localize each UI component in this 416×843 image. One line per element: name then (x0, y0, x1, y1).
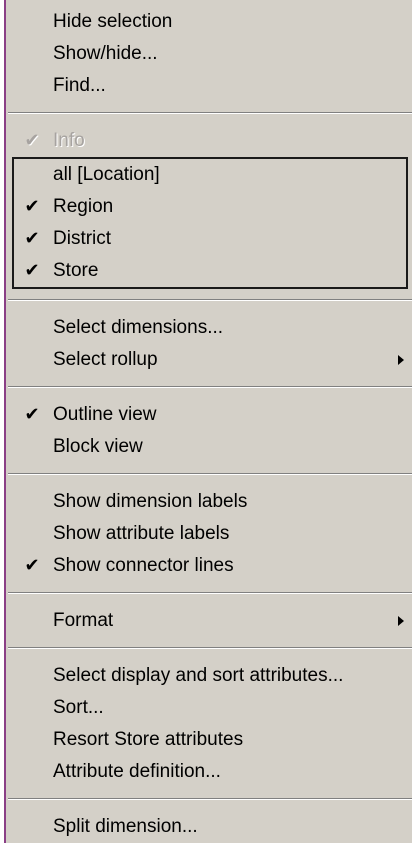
context-menu: Hide selection Show/hide... Find... ✔ In… (6, 0, 414, 843)
checkmark-icon: ✔ (24, 404, 40, 425)
menu-item-outline-view[interactable]: ✔ Outline view (6, 399, 414, 431)
menu-item-label: Sort... (53, 697, 104, 718)
menu-item-format[interactable]: Format (6, 605, 414, 637)
menu-separator (8, 386, 412, 388)
menu-item-level-region[interactable]: ✔ Region (14, 191, 406, 223)
checkmark-icon: ✔ (24, 196, 40, 217)
menu-item-label: Format (53, 610, 114, 631)
checkmark-icon: ✔ (24, 228, 40, 249)
menu-item-label: Select rollup (53, 349, 158, 370)
menu-item-split-dimension[interactable]: Split dimension... (6, 811, 414, 843)
menu-separator (8, 112, 412, 114)
menu-item-label: Info (53, 130, 85, 151)
menu-item-block-view[interactable]: Block view (6, 431, 414, 463)
menu-item-level-district[interactable]: ✔ District (14, 223, 406, 255)
menu-item-label: Select dimensions... (53, 317, 224, 338)
submenu-arrow-icon (398, 616, 404, 626)
level-selection-box: all [Location] ✔ Region ✔ District ✔ Sto… (12, 157, 408, 289)
checkmark-icon: ✔ (24, 260, 40, 281)
menu-item-show-hide[interactable]: Show/hide... (6, 38, 414, 70)
menu-separator (8, 473, 412, 475)
menu-item-label: all [Location] (53, 164, 160, 185)
checkmark-icon: ✔ (24, 555, 40, 576)
submenu-arrow-icon (398, 355, 404, 365)
menu-item-label: Split dimension... (53, 816, 198, 837)
menu-item-label: Show attribute labels (53, 523, 230, 544)
menu-item-label: Attribute definition... (53, 761, 221, 782)
menu-item-hide-selection[interactable]: Hide selection (6, 6, 414, 38)
menu-separator (8, 798, 412, 800)
menu-item-label: Hide selection (53, 11, 173, 32)
menu-item-show-attribute-labels[interactable]: Show attribute labels (6, 518, 414, 550)
menu-item-label: Show/hide... (53, 43, 158, 64)
menu-item-label: Outline view (53, 404, 157, 425)
menu-separator (8, 299, 412, 301)
menu-separator (8, 647, 412, 649)
menu-item-sort[interactable]: Sort... (6, 692, 414, 724)
menu-item-select-dimensions[interactable]: Select dimensions... (6, 312, 414, 344)
menu-item-label: Block view (53, 436, 143, 457)
menu-item-label: Find... (53, 75, 106, 96)
menu-item-level-all-location[interactable]: all [Location] (14, 159, 406, 191)
menu-item-label: Resort Store attributes (53, 729, 244, 750)
menu-item-label: Store (53, 260, 99, 281)
menu-item-info: ✔ Info (6, 125, 414, 157)
menu-item-label: Region (53, 196, 114, 217)
menu-item-label: Select display and sort attributes... (53, 665, 344, 686)
menu-item-show-connector-lines[interactable]: ✔ Show connector lines (6, 550, 414, 582)
menu-item-find[interactable]: Find... (6, 70, 414, 102)
menu-separator (8, 592, 412, 594)
menu-item-label: Show connector lines (53, 555, 234, 576)
checkmark-icon: ✔ (24, 130, 40, 151)
menu-item-select-display-sort-attributes[interactable]: Select display and sort attributes... (6, 660, 414, 692)
menu-item-label: Show dimension labels (53, 491, 248, 512)
menu-item-label: District (53, 228, 112, 249)
menu-item-resort-store-attributes[interactable]: Resort Store attributes (6, 724, 414, 756)
menu-item-level-store[interactable]: ✔ Store (14, 255, 406, 287)
menu-item-show-dimension-labels[interactable]: Show dimension labels (6, 486, 414, 518)
menu-item-attribute-definition[interactable]: Attribute definition... (6, 756, 414, 788)
menu-item-select-rollup[interactable]: Select rollup (6, 344, 414, 376)
